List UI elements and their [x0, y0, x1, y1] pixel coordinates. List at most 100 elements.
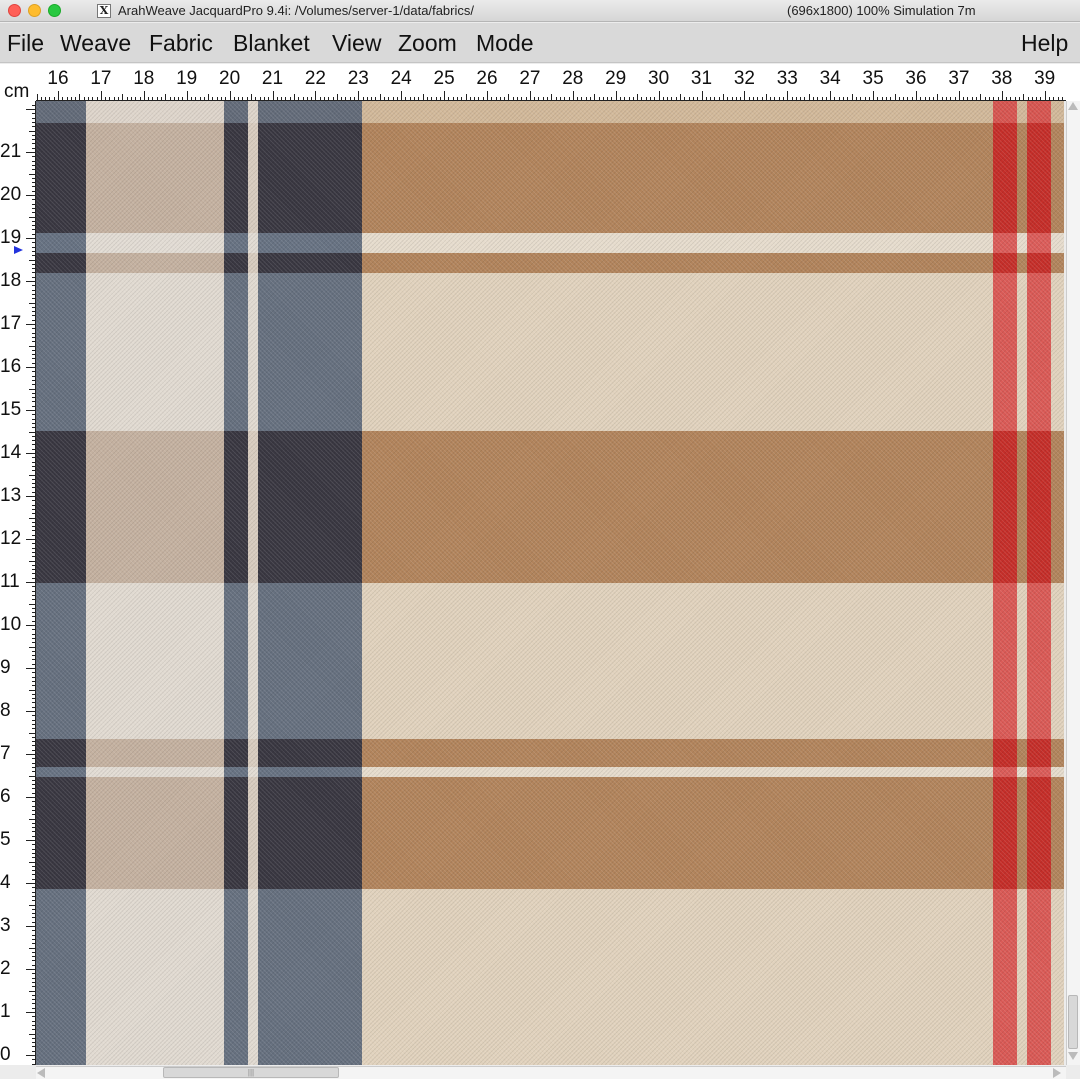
ruler-x-number: 18	[133, 68, 155, 89]
plaid-crossing	[36, 123, 86, 233]
window-status-text: (696x1800) 100% Simulation 7m	[787, 3, 976, 18]
position-marker-icon	[14, 246, 23, 254]
ruler-y-number: 7	[0, 743, 11, 764]
ruler-x-number: 24	[390, 68, 412, 89]
scroll-left-arrow-icon[interactable]	[37, 1068, 45, 1078]
plaid-crossing	[258, 431, 362, 583]
scroll-right-arrow-icon[interactable]	[1053, 1068, 1061, 1078]
x11-app-icon: X	[97, 4, 111, 18]
warp-stripe	[258, 101, 362, 1065]
plaid-crossing	[224, 431, 248, 583]
ruler-x-number: 37	[948, 68, 970, 89]
ruler-y-number: 1	[0, 1001, 11, 1022]
plaid-crossing	[1027, 253, 1051, 273]
ruler-x-number: 20	[219, 68, 241, 89]
plaid-crossing	[36, 739, 86, 767]
plaid-crossing	[1027, 777, 1051, 889]
fabric-simulation-canvas[interactable]	[36, 101, 1064, 1065]
ruler-y-number: 4	[0, 872, 11, 893]
warp-stripe	[36, 101, 86, 1065]
menu-mode[interactable]: Mode	[476, 30, 534, 57]
scrollbar-corner	[1066, 1066, 1080, 1079]
title-bar: X ArahWeave JacquardPro 9.4i: /Volumes/s…	[0, 0, 1080, 22]
ruler-x-number: 19	[176, 68, 198, 89]
ruler-y-number: 5	[0, 829, 11, 850]
maximize-window-button[interactable]	[48, 4, 61, 17]
ruler-y-number: 16	[0, 356, 22, 377]
ruler-y-number: 6	[0, 786, 11, 807]
plaid-crossing	[258, 739, 362, 767]
menu-view[interactable]: View	[332, 30, 381, 57]
plaid-crossing	[36, 777, 86, 889]
plaid-crossing	[993, 777, 1017, 889]
ruler-x-number: 23	[347, 68, 369, 89]
ruler-y-number: 11	[0, 571, 20, 592]
ruler-y-number: 15	[0, 399, 22, 420]
ruler-y-number: 0	[0, 1044, 11, 1065]
plaid-crossing	[1027, 431, 1051, 583]
menu-bar: File Weave Fabric Blanket View Zoom Mode…	[0, 23, 1080, 63]
menu-blanket[interactable]: Blanket	[233, 30, 310, 57]
menu-weave[interactable]: Weave	[60, 30, 131, 57]
ruler-x-number: 22	[304, 68, 326, 89]
ruler-x-number: 28	[562, 68, 584, 89]
ruler-x-number: 29	[605, 68, 627, 89]
ruler-x-number: 38	[991, 68, 1013, 89]
ruler-x-number: 35	[862, 68, 884, 89]
plaid-crossing	[258, 253, 362, 273]
ruler-y-number: 9	[0, 657, 11, 678]
ruler-x-number: 39	[1034, 68, 1056, 89]
ruler-y-number: 2	[0, 958, 11, 979]
ruler-x-number: 27	[519, 68, 541, 89]
ruler-x-number: 17	[90, 68, 112, 89]
ruler-x-number: 16	[47, 68, 69, 89]
plaid-crossing	[86, 123, 224, 233]
horizontal-scroll-thumb[interactable]: |||	[163, 1067, 339, 1078]
ruler-y-number: 13	[0, 485, 22, 506]
menu-zoom[interactable]: Zoom	[398, 30, 457, 57]
ruler-x-number: 33	[776, 68, 798, 89]
vertical-scroll-thumb[interactable]	[1068, 995, 1078, 1049]
plaid-crossing	[993, 123, 1017, 233]
ruler-y-number: 12	[0, 528, 22, 549]
plaid-crossing	[36, 431, 86, 583]
plaid-crossing	[258, 123, 362, 233]
ruler-x-number: 31	[690, 68, 713, 89]
plaid-crossing	[1027, 739, 1051, 767]
plaid-crossing	[86, 253, 224, 273]
ruler-y-number: 21	[0, 141, 22, 162]
ruler-y-number: 18	[0, 270, 22, 291]
plaid-crossing	[224, 777, 248, 889]
ruler-y-number: 17	[0, 313, 22, 334]
ruler-x-number: 36	[905, 68, 927, 89]
minimize-window-button[interactable]	[28, 4, 41, 17]
ruler-y-number: 10	[0, 614, 22, 635]
plaid-crossing	[86, 431, 224, 583]
plaid-crossing	[993, 253, 1017, 273]
scroll-up-arrow-icon[interactable]	[1068, 102, 1078, 110]
vertical-scrollbar[interactable]	[1066, 101, 1080, 1065]
scroll-down-arrow-icon[interactable]	[1068, 1052, 1078, 1060]
ruler-x-number: 25	[433, 68, 455, 89]
plaid-crossing	[993, 431, 1017, 583]
plaid-crossing	[1027, 123, 1051, 233]
ruler-y-number: 8	[0, 700, 11, 721]
ruler-x-number: 26	[476, 68, 498, 89]
ruler-x-number: 30	[648, 68, 670, 89]
ruler-y-number: 14	[0, 442, 22, 463]
ruler-x-number: 21	[261, 68, 284, 89]
plaid-crossing	[258, 777, 362, 889]
warp-stripe	[993, 101, 1017, 1065]
warp-stripe	[1027, 101, 1051, 1065]
menu-file[interactable]: File	[7, 30, 44, 57]
ruler-x-number: 34	[819, 68, 841, 89]
plaid-crossing	[224, 253, 248, 273]
plaid-crossing	[224, 123, 248, 233]
plaid-crossing	[993, 739, 1017, 767]
menu-help[interactable]: Help	[1021, 30, 1068, 57]
plaid-crossing	[224, 739, 248, 767]
menu-fabric[interactable]: Fabric	[149, 30, 213, 57]
close-window-button[interactable]	[8, 4, 21, 17]
window-title: ArahWeave JacquardPro 9.4i: /Volumes/ser…	[118, 3, 474, 18]
ruler-unit-label: cm	[4, 81, 30, 102]
